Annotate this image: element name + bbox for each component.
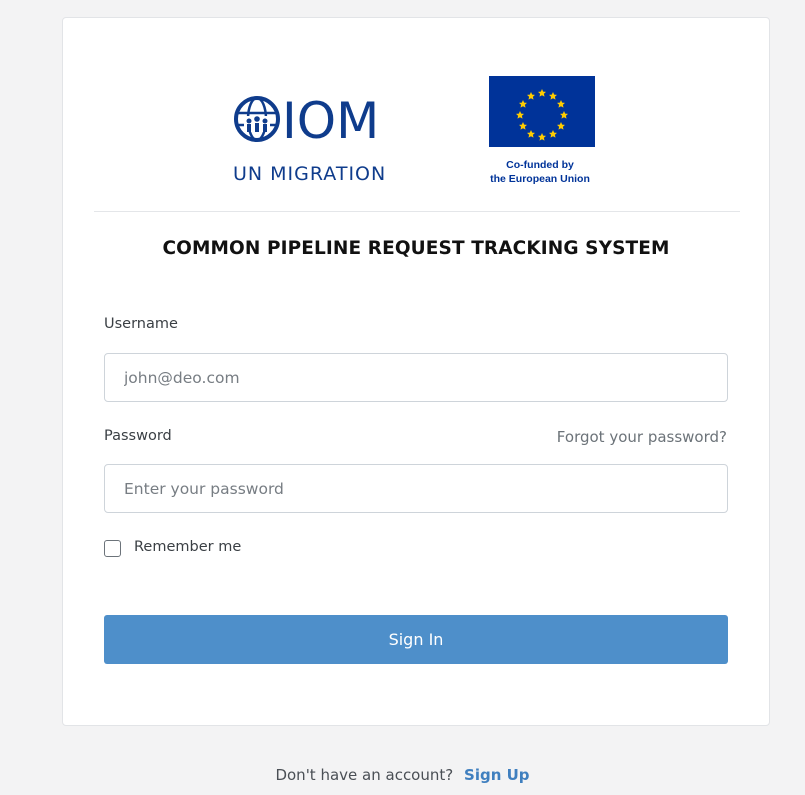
login-card: IOM UN MIGRATION Co-funded by the Europe… — [62, 17, 770, 726]
password-label: Password — [104, 428, 172, 444]
logo-header: IOM UN MIGRATION Co-funded by the Europe… — [63, 18, 769, 208]
sign-in-button[interactable]: Sign In — [104, 615, 728, 664]
iom-logo: IOM UN MIGRATION — [233, 93, 386, 185]
forgot-password-link[interactable]: Forgot your password? — [557, 428, 727, 446]
iom-tagline: UN MIGRATION — [233, 163, 386, 185]
password-input[interactable] — [104, 464, 728, 513]
sign-up-link[interactable]: Sign Up — [464, 766, 530, 784]
signup-footer: Don't have an account? Sign Up — [0, 766, 805, 784]
page-title: COMMON PIPELINE REQUEST TRACKING SYSTEM — [162, 238, 670, 259]
iom-wordmark: IOM — [282, 93, 379, 150]
signup-prompt: Don't have an account? — [275, 766, 454, 784]
username-label: Username — [104, 316, 178, 332]
remember-me-toggle[interactable]: Remember me — [104, 536, 241, 557]
iom-globe-icon — [234, 96, 280, 142]
remember-me-label: Remember me — [134, 538, 242, 555]
remember-me-checkbox[interactable] — [104, 540, 121, 557]
eu-caption-line1: Co-funded by — [506, 159, 574, 171]
eu-logo: Co-funded by the European Union — [489, 76, 595, 185]
eu-caption-line2: the European Union — [490, 173, 590, 185]
username-input[interactable] — [104, 353, 728, 402]
header-divider — [94, 211, 740, 212]
